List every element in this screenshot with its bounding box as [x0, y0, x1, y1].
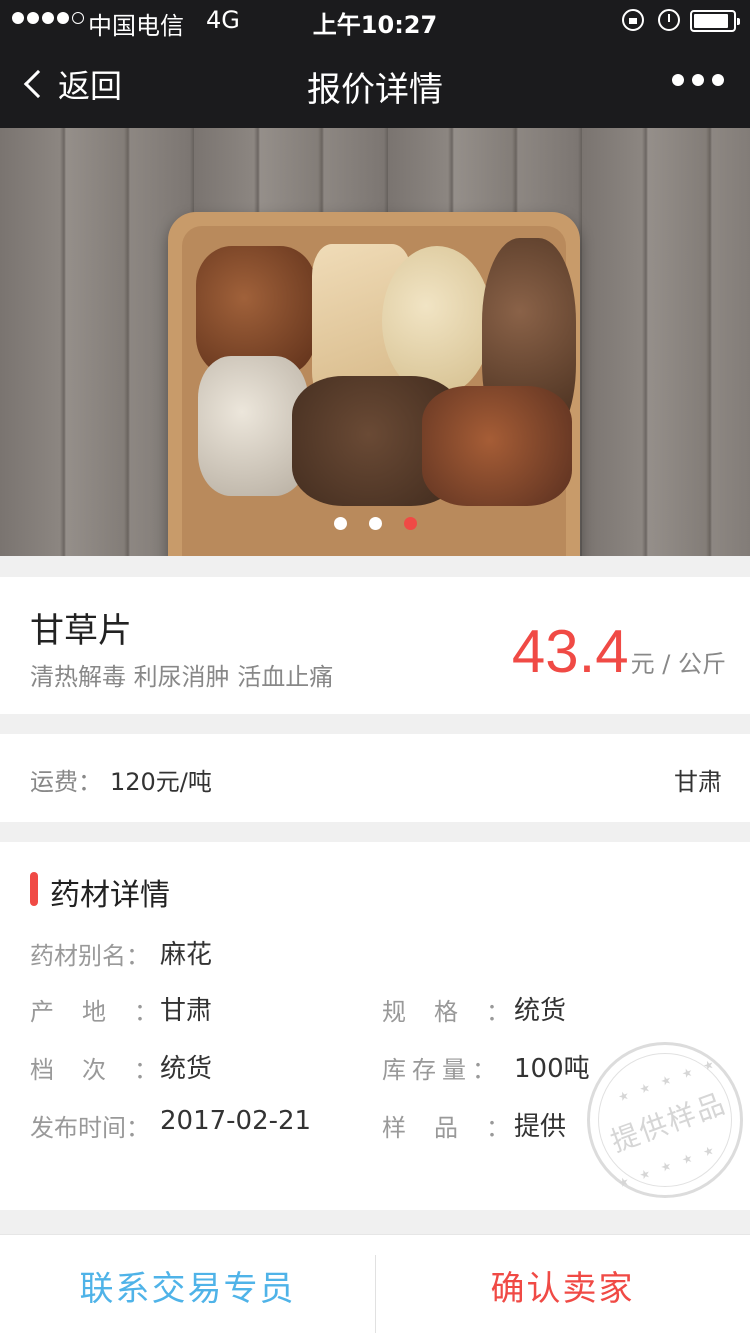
price: 43.4 元 / 公斤 [512, 617, 726, 686]
shipping-value: 120元/吨 [110, 768, 212, 796]
alias-label: 药材别名： [30, 942, 150, 970]
herb-tray-image [168, 212, 580, 556]
carousel-dot-active[interactable] [403, 517, 417, 530]
section-title: 药材详情 [50, 878, 170, 913]
origin-value: 甘肃 [674, 768, 722, 796]
shipping-card: 运费： 120元/吨 甘肃 [0, 734, 750, 822]
confirm-seller-button[interactable]: 确认卖家 [375, 1235, 750, 1334]
origin-detail-value: 甘肃 [160, 996, 213, 1026]
status-bar: 中国电信 4G 上午10:27 [0, 0, 750, 40]
publish-date-value: 2017-02-21 [160, 1106, 312, 1136]
carousel-dot[interactable] [368, 517, 382, 530]
price-value: 43.4 [511, 618, 629, 685]
product-name: 甘草片 [30, 611, 132, 651]
carousel-dot[interactable] [333, 517, 347, 530]
contact-agent-button[interactable]: 联系交易专员 [0, 1235, 375, 1334]
publish-date-label: 发布时间： [30, 1114, 150, 1142]
price-unit: 元 / 公斤 [630, 650, 726, 678]
spec-value: 统货 [514, 996, 567, 1026]
banner-carousel[interactable] [0, 128, 750, 556]
product-card: 甘草片 清热解毒 利尿消肿 活血止痛 43.4 元 / 公斤 [0, 577, 750, 714]
bottom-action-bar: 联系交易专员 确认卖家 [0, 1234, 750, 1334]
sample-value: 提供 [514, 1112, 567, 1142]
alias-value: 麻花 [160, 940, 213, 970]
battery-icon [690, 10, 740, 32]
stock-value: 100吨 [514, 1054, 590, 1084]
nav-bar: 返回 报价详情 [0, 40, 750, 128]
sample-stamp: ★ ★ ★ ★ ★ 提供样品 ★ ★ ★ ★ ★ [587, 1042, 743, 1198]
stock-label: 库存量： [382, 1056, 502, 1084]
more-button[interactable] [672, 74, 724, 86]
grade-value: 统货 [160, 1054, 213, 1084]
carousel-indicator [0, 517, 750, 530]
lock-icon [622, 9, 644, 31]
shipping-label: 运费： [30, 768, 102, 796]
product-description: 清热解毒 利尿消肿 活血止痛 [30, 663, 334, 691]
page-title: 报价详情 [307, 70, 443, 110]
more-icon [672, 74, 684, 86]
alarm-icon [658, 9, 680, 31]
section-marker [30, 872, 38, 906]
